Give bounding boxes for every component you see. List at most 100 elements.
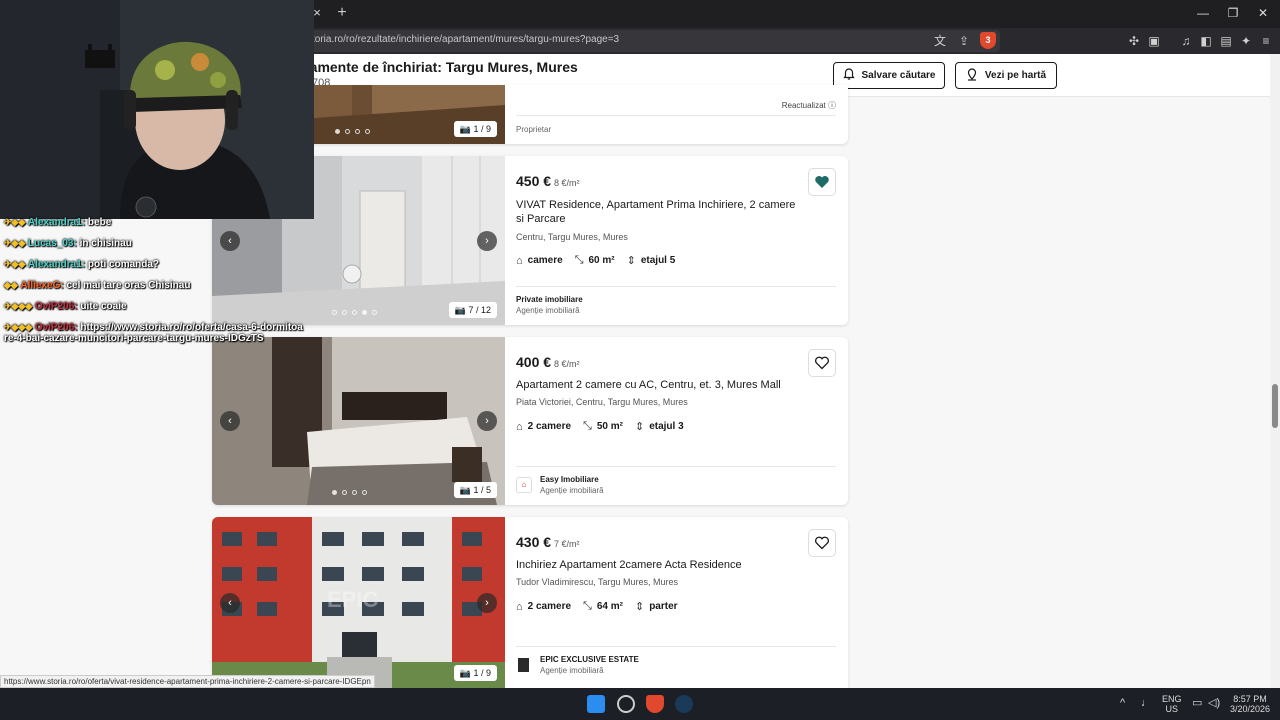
floor-feature: ⇕ parter	[634, 601, 678, 613]
chat-message: ◆◆ AlliexeG: cel mai tare oras Chisinau	[4, 280, 191, 291]
photo-counter: 📷 1 / 9	[453, 665, 497, 681]
sidebar-icon[interactable]: ◧	[1198, 33, 1214, 49]
mic-icon[interactable]: ♩	[1141, 698, 1152, 709]
listing-price: 400 €8 €/m²	[516, 354, 580, 370]
extensions-icon[interactable]: ✣	[1126, 33, 1142, 49]
area-feature: ⤡ 50 m²	[583, 420, 623, 432]
rooms-feature: ⌂ camere	[516, 254, 563, 267]
network-icon[interactable]: ▭	[1192, 698, 1202, 709]
start-icon[interactable]	[587, 695, 605, 713]
area-icon: ⤡	[574, 254, 584, 266]
listing-card[interactable]: ‹ › 📷 1 / 5 400 €8 €/m² Apartament 2 cam…	[212, 337, 848, 505]
stairs-icon: ⇕	[634, 421, 645, 433]
heart-outline-icon	[815, 356, 829, 370]
menu-icon[interactable]: ≡	[1258, 33, 1274, 49]
chat-message: ✈◆◆ Alexandra1: poti comanda?	[4, 259, 160, 270]
bed-icon: ⌂	[516, 420, 523, 433]
obs-icon[interactable]	[617, 695, 635, 713]
taskbar: ^ ♩ ENG US ▭ ◁) 8:57 PM 3/20/2026	[0, 688, 1280, 720]
agency-name: EPIC EXCLUSIVE ESTATE	[540, 655, 639, 664]
bell-icon	[842, 67, 855, 84]
minimize-icon[interactable]: —	[1192, 4, 1214, 22]
view-map-button[interactable]: Vezi pe hartă	[955, 62, 1057, 89]
prev-photo-button[interactable]: ‹	[220, 411, 240, 431]
photo-dots	[332, 310, 377, 315]
wallet-icon[interactable]: ▤	[1218, 33, 1234, 49]
listing-title[interactable]: VIVAT Residence, Apartament Prima Inchir…	[516, 198, 806, 226]
media-icon[interactable]: ♫	[1178, 33, 1194, 49]
listing-title[interactable]: Inchiriez Apartament 2camere Acta Reside…	[516, 558, 806, 572]
chat-message: ✈◆◆ Alexandra1: bebe	[4, 217, 112, 228]
agency-logo	[518, 658, 529, 672]
save-search-label: Salvare căutare	[861, 70, 936, 81]
next-photo-button[interactable]: ›	[477, 592, 497, 613]
agency-type: Agenție imobiliară	[540, 486, 604, 495]
listing-features: ⌂ camere ⤡ 60 m² ⇕ etajul 5	[516, 254, 675, 267]
owner-label: Proprietar	[516, 125, 552, 134]
rooms-feature: ⌂ 2 camere	[516, 420, 572, 433]
page-title: tamente de închiriat: Targu Mures, Mures	[305, 59, 578, 75]
area-feature: ⤡ 60 m²	[574, 254, 615, 266]
url-field[interactable]: toria.ro/ro/rezultate/inchiriere/apartam…	[300, 30, 1000, 52]
vpn-icon[interactable]: ▣	[1146, 33, 1162, 49]
agency-name: Easy Imobiliare	[540, 475, 599, 484]
chat-message: ✈◆◆◆ OviP206: https://www.storia.ro/ro/o…	[4, 322, 303, 344]
rooms-feature: ⌂ 2 camere	[516, 600, 572, 613]
new-tab-button[interactable]: +	[334, 4, 350, 22]
save-search-button[interactable]: Salvare căutare	[833, 62, 945, 89]
next-photo-button[interactable]: ›	[477, 411, 497, 431]
divider	[516, 646, 836, 647]
brave-shields-icon[interactable]: 3	[980, 32, 996, 49]
steam-icon[interactable]	[675, 695, 693, 713]
bed-icon: ⌂	[516, 254, 523, 267]
heart-outline-icon	[815, 536, 829, 550]
leo-icon[interactable]: ✦	[1238, 33, 1254, 49]
brave-taskbar-icon[interactable]	[646, 695, 664, 713]
url-text: toria.ro/ro/rezultate/inchiriere/apartam…	[312, 34, 620, 45]
chat-message: ✈◆◆ Lucas_03: in chisinau	[4, 238, 132, 249]
photo-dots	[332, 490, 367, 495]
stairs-icon: ⇕	[626, 255, 636, 267]
agency-logo: ⌂	[516, 477, 532, 493]
agency-type: Agenție imobiliară	[516, 306, 580, 315]
chat-message: ✈◆◆◆ OviP206: uite coaie	[4, 301, 127, 312]
listing-price: 430 €7 €/m²	[516, 534, 580, 550]
listing-location: Centru, Targu Mures, Mures	[516, 232, 628, 242]
listing-card[interactable]: EPIC ‹ › 📷 1 / 9 430 €7 €/m² Inchiriez A…	[212, 517, 848, 688]
restore-icon[interactable]: ❐	[1222, 4, 1244, 22]
favorite-button[interactable]	[808, 168, 836, 196]
divider	[516, 286, 836, 287]
page-scrollbar[interactable]	[1270, 54, 1280, 688]
listing-photo[interactable]: EPIC ‹ › 📷 1 / 9	[212, 517, 505, 688]
translate-icon[interactable]: 文	[932, 33, 948, 49]
floor-feature: ⇕ etajul 5	[626, 255, 676, 267]
area-icon: ⤡	[583, 600, 592, 612]
volume-icon[interactable]: ◁)	[1208, 698, 1220, 709]
heart-filled-icon	[815, 176, 829, 188]
link-status-bar: https://www.storia.ro/ro/oferta/vivat-re…	[0, 675, 375, 688]
area-icon: ⤡	[583, 420, 592, 432]
photo-counter: 📷 7 / 12	[448, 302, 497, 318]
clock[interactable]: 8:57 PM 3/20/2026	[1230, 694, 1270, 714]
favorite-button[interactable]	[808, 349, 836, 377]
divider	[516, 466, 836, 467]
view-map-label: Vezi pe hartă	[984, 70, 1047, 81]
scrollbar-thumb[interactable]	[1272, 384, 1278, 428]
favorite-button[interactable]	[808, 529, 836, 557]
close-window-icon[interactable]: ✕	[1252, 4, 1274, 22]
reactualizat-label: Reactualizat ⓘ	[781, 101, 836, 110]
tray-chevron-icon[interactable]: ^	[1120, 698, 1125, 709]
stream-chat: ✈◆◆ Alexandra1: bebe ✈◆◆ Lucas_03: in ch…	[0, 217, 303, 369]
agency-type: Agenție imobiliară	[540, 666, 604, 675]
listing-title[interactable]: Apartament 2 camere cu AC, Centru, et. 3…	[516, 378, 806, 392]
listing-features: ⌂ 2 camere ⤡ 50 m² ⇕ etajul 3	[516, 420, 684, 433]
listing-features: ⌂ 2 camere ⤡ 64 m² ⇕ parter	[516, 600, 678, 613]
share-icon[interactable]: ⇪	[956, 33, 972, 49]
listing-photo[interactable]: ‹ › 📷 1 / 5	[212, 337, 505, 505]
language-indicator[interactable]: ENG US	[1162, 694, 1182, 714]
map-pin-icon	[966, 67, 978, 84]
listing-location: Piata Victoriei, Centru, Targu Mures, Mu…	[516, 397, 688, 407]
prev-photo-button[interactable]: ‹	[220, 592, 240, 613]
next-photo-button[interactable]: ›	[477, 230, 497, 251]
divider	[516, 115, 836, 116]
